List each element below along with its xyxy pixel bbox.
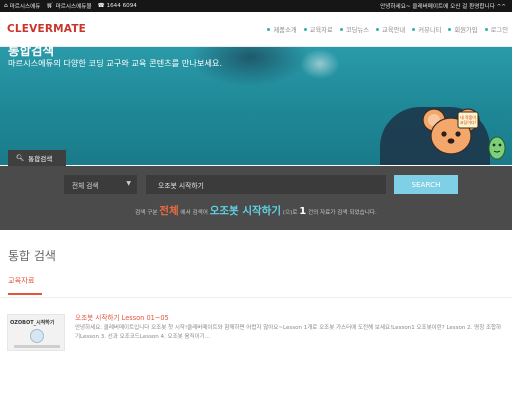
nav-item-label: 커뮤니티 <box>418 26 442 34</box>
nav-item-news[interactable]: 코딩뉴스 <box>339 25 370 34</box>
nav-item-label: 회원가입 <box>454 26 478 34</box>
nav-item-education[interactable]: 교육안내 <box>376 25 405 34</box>
results-heading: 통합 검색 <box>8 249 56 263</box>
result-description: 안녕하세요. 클레버메이트입니다 오조봇 첫 시작!클레버메이트와 함께하면 어… <box>75 325 502 340</box>
nav-item-login[interactable]: 로그인 <box>484 25 508 34</box>
bullet-icon <box>303 27 307 31</box>
topbar-link-mall[interactable]: 🛒︎ 마르시스에듀몰 <box>46 2 91 10</box>
summary-suffix: 건의 자료가 검색 되었습니다. <box>307 210 377 216</box>
topbar-link-label: 마르시스에듀 <box>9 4 41 10</box>
result-thumbnail[interactable]: OZOBOT_시작하기 <box>7 314 65 351</box>
search-input[interactable] <box>146 175 386 194</box>
nav-item-label: 코딩뉴스 <box>345 26 370 34</box>
active-tab-indicator <box>8 293 42 295</box>
tab-education-materials[interactable]: 교육자료 <box>8 276 34 286</box>
home-icon: ⌂ <box>4 3 8 9</box>
main-nav: 제품소개 교육자료 코딩뉴스 교육안내 커뮤니티 회원가입 로그인 <box>267 25 508 34</box>
nav-item-label: 로그인 <box>490 26 508 34</box>
top-utility-bar: ⌂ 마르시스에듀 🛒︎ 마르시스에듀몰 ☎ 1644 6094 안녕하세요~ 클… <box>0 0 512 12</box>
nav-item-label: 제품소개 <box>273 26 297 34</box>
chevron-down-icon: ▼ <box>126 180 131 187</box>
green-creature-icon <box>488 136 506 160</box>
thumbnail-label: OZOBOT_시작하기 <box>10 320 55 326</box>
bullet-icon <box>267 27 271 31</box>
bullet-icon <box>412 27 416 31</box>
ozobot-image-icon <box>30 329 44 343</box>
nav-item-label: 교육자료 <box>309 26 333 34</box>
summary-mid2: (으)로 <box>282 210 298 216</box>
summary-prefix: 검색 구분 <box>135 210 158 216</box>
mascot-sign-text: 코딩이다! <box>460 119 476 125</box>
topbar-link-home[interactable]: ⌂ 마르시스에듀 <box>4 2 40 10</box>
search-summary: 검색 구분 전체 에서 검색어 오조봇 시작하기 (으)로 1 건의 자료가 검… <box>0 203 512 218</box>
topbar-link-phone[interactable]: ☎ 1644 6094 <box>98 3 137 9</box>
tab-label: 통합검색 <box>28 155 53 163</box>
topbar-link-label: 1644 6094 <box>106 3 137 9</box>
summary-term: 오조봇 시작하기 <box>209 205 281 217</box>
hero-background-highlight <box>300 49 340 79</box>
topbar-link-label: 마르시스에듀몰 <box>55 4 92 10</box>
search-scope-select[interactable]: 전체 검색 ▼ <box>64 175 137 194</box>
summary-count: 1 <box>299 206 307 217</box>
result-title-link[interactable]: 오조봇 시작하기 Lesson 01~05 <box>75 312 169 322</box>
search-icon: 🔍︎ <box>16 154 25 162</box>
divider <box>0 297 512 298</box>
welcome-notice: 안녕하세요~ 클레버메이트에 오신 걸 환영합니다 ^^ <box>380 4 506 10</box>
search-scope-value: 전체 검색 <box>72 181 99 190</box>
bullet-icon <box>339 27 343 31</box>
cart-icon: 🛒︎ <box>46 3 54 9</box>
tab-integrated-search[interactable]: 🔍︎ 통합검색 <box>8 150 66 166</box>
nav-item-label: 교육안내 <box>382 26 406 34</box>
thumbnail-bar <box>14 345 60 348</box>
bullet-icon <box>484 27 488 31</box>
nav-item-signup[interactable]: 회원가입 <box>448 25 478 34</box>
bullet-icon <box>448 27 452 31</box>
search-button[interactable]: SEARCH <box>394 175 458 194</box>
phone-icon: ☎ <box>97 3 105 9</box>
site-logo[interactable]: CLEVERMATE <box>7 23 86 35</box>
koala-mascot-icon: 내 작품이 코딩이다! <box>422 108 480 155</box>
nav-item-materials[interactable]: 교육자료 <box>303 25 333 34</box>
bullet-icon <box>376 27 380 31</box>
summary-mid: 에서 검색어 <box>180 210 208 216</box>
page-subtitle: 마르시스에듀의 다양한 코딩 교구와 교육 콘텐츠를 만나보세요. <box>8 58 223 68</box>
nav-item-products[interactable]: 제품소개 <box>267 25 297 34</box>
summary-category: 전체 <box>159 205 179 217</box>
nav-item-community[interactable]: 커뮤니티 <box>412 25 441 34</box>
site-header: CLEVERMATE 제품소개 교육자료 코딩뉴스 교육안내 커뮤니티 회원가입 <box>0 12 512 47</box>
